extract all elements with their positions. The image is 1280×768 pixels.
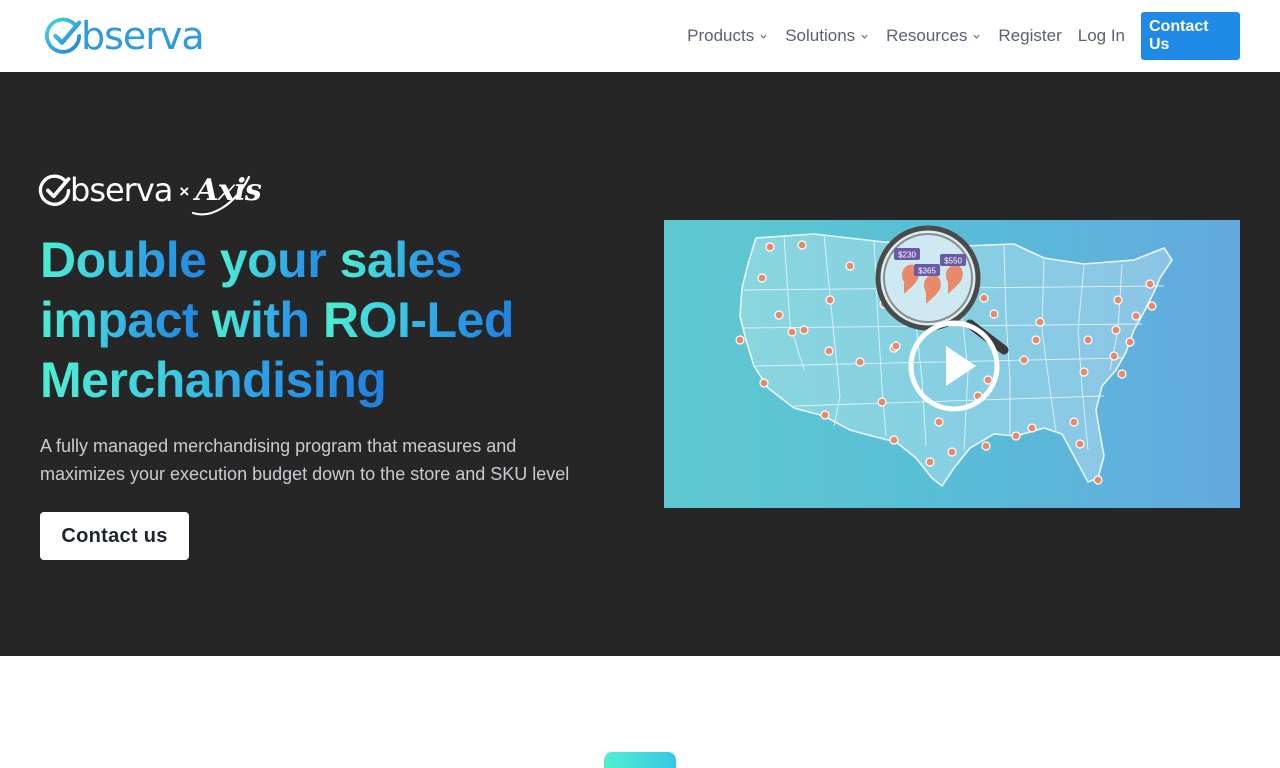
chevron-down-icon xyxy=(760,34,767,39)
logo-wordmark: bserva xyxy=(81,14,205,58)
headline-line3: Merchandising xyxy=(40,352,387,408)
hero-headline: Double your sales impact with ROI-Led Me… xyxy=(40,230,620,410)
login-link[interactable]: Log In xyxy=(1078,26,1125,46)
contact-us-button[interactable]: Contact Us xyxy=(1141,12,1240,60)
site-header: bserva Products Solutions Resources Regi… xyxy=(0,0,1280,72)
axis-swoosh-icon xyxy=(192,175,251,215)
headline-line1-c: sales xyxy=(339,232,463,288)
cobrand-logo: bserva × Axis xyxy=(38,165,262,215)
headline-line2-c: ROI-Led xyxy=(322,292,514,348)
chevron-down-icon xyxy=(861,34,868,39)
us-map-illustration: $230 $365 $550 xyxy=(735,225,1173,488)
register-link[interactable]: Register xyxy=(998,26,1061,46)
headline-line1-a: Double xyxy=(40,232,220,288)
hero-contact-button[interactable]: Contact us xyxy=(40,512,189,560)
nav-solutions-label: Solutions xyxy=(785,26,856,45)
hero-subtitle: A fully managed merchandising program th… xyxy=(40,436,570,484)
video-thumbnail[interactable]: $230 $365 $550 xyxy=(664,220,1240,508)
headline-line2-a: impact xyxy=(40,292,212,348)
nav-resources-label: Resources xyxy=(886,26,968,45)
chevron-down-icon xyxy=(973,34,981,39)
headline-line2-b: with xyxy=(211,292,323,348)
cobrand-axis-logo: Axis xyxy=(192,173,262,215)
headline-line1-b: your xyxy=(219,232,340,288)
price-tag-2: $365 xyxy=(918,267,936,276)
check-circle-icon xyxy=(45,17,82,54)
nav-products[interactable]: Products xyxy=(687,26,768,46)
nav-solutions[interactable]: Solutions xyxy=(785,26,869,46)
check-circle-icon xyxy=(38,174,71,206)
main-nav: Products Solutions Resources Register Lo… xyxy=(687,12,1240,60)
nav-resources[interactable]: Resources xyxy=(886,26,981,46)
cobrand-observa: bserva xyxy=(70,171,173,209)
feature-icon xyxy=(604,752,676,768)
next-section xyxy=(0,656,1280,768)
price-tag-3: $550 xyxy=(944,257,962,266)
hero-section: bserva × Axis Double your sales impact w… xyxy=(0,72,1280,656)
price-tag-1: $230 xyxy=(898,251,916,260)
observa-logo[interactable]: bserva xyxy=(44,14,205,58)
nav-products-label: Products xyxy=(687,26,755,45)
